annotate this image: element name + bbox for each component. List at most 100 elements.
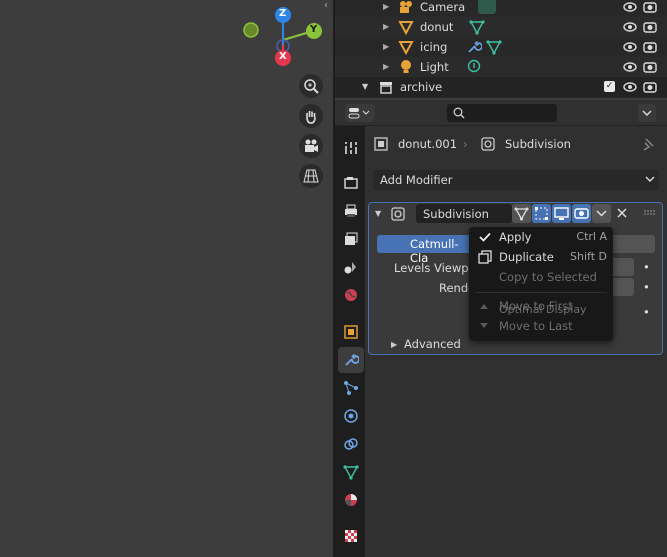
tab-world[interactable]	[338, 282, 364, 308]
mesh-data-icon	[343, 465, 359, 480]
eye-icon[interactable]	[623, 60, 637, 74]
eye-icon[interactable]	[623, 80, 637, 94]
pan-hand-icon[interactable]	[299, 104, 323, 128]
expand-arrow-icon[interactable]: ▶	[383, 62, 389, 71]
modifier-menu-button[interactable]	[592, 204, 611, 223]
search-input[interactable]	[447, 104, 557, 122]
mesh-data-icon[interactable]	[486, 39, 502, 55]
tab-particles[interactable]	[338, 375, 364, 401]
modifier-name-field[interactable]: Subdivision	[416, 204, 512, 223]
tab-object[interactable]	[338, 319, 364, 345]
render-toggle[interactable]	[572, 204, 591, 223]
edit-mode-cage-toggle[interactable]	[512, 204, 531, 223]
advanced-subpanel-label[interactable]: Advanced	[404, 337, 461, 351]
edit-mode-toggle[interactable]	[532, 204, 551, 223]
camera-data-icon[interactable]	[478, 0, 496, 14]
exclude-checkbox[interactable]: ✓	[604, 81, 615, 92]
tab-texture[interactable]	[338, 523, 364, 549]
add-modifier-label: Add Modifier	[380, 173, 453, 187]
render-camera-icon[interactable]	[643, 0, 657, 14]
keyframe-dot-icon[interactable]: •	[643, 260, 650, 274]
menu-item-shortcut: Shift D	[570, 250, 607, 263]
menu-item-label: Move to First	[499, 299, 573, 313]
outliner-row-light[interactable]: ▶ Light	[335, 57, 667, 77]
menu-item-copy-to-selected[interactable]: Copy to Selected	[469, 267, 613, 287]
light-data-icon[interactable]	[466, 59, 482, 75]
edit-mode-icon	[535, 207, 548, 220]
pin-icon[interactable]	[641, 137, 655, 151]
render-icon	[344, 177, 358, 189]
properties-header	[335, 100, 667, 126]
menu-item-duplicate[interactable]: Duplicate Shift D	[469, 247, 613, 267]
mesh-data-icon[interactable]	[469, 19, 485, 35]
menu-item-move-to-last[interactable]: Move to Last	[469, 316, 613, 336]
camera-view-icon[interactable]	[299, 134, 323, 158]
outliner: ▶ Camera ▶ donut ▶ icing ▶ Light ▼ archi…	[335, 0, 667, 98]
viewport-display-toggle[interactable]	[552, 204, 571, 223]
properties-panel: donut.001 › Subdivision Add Modifier ▼ S…	[365, 126, 667, 557]
zoom-icon[interactable]	[299, 74, 323, 98]
editor-type-button[interactable]	[345, 104, 375, 122]
breadcrumb-separator: ›	[463, 137, 468, 151]
wrench-modifier-icon[interactable]	[466, 39, 482, 55]
options-dropdown[interactable]	[638, 104, 656, 122]
add-modifier-dropdown[interactable]: Add Modifier	[373, 170, 659, 190]
outliner-row-icing[interactable]: ▶ icing	[335, 37, 667, 57]
catmull-clark-button[interactable]: Catmull-Cla	[377, 235, 469, 265]
3d-viewport[interactable]: Z Y X ‹	[0, 0, 333, 557]
eye-icon[interactable]	[623, 0, 637, 14]
outliner-row-donut[interactable]: ▶ donut	[335, 17, 667, 37]
menu-item-label: Move to Last	[499, 319, 573, 333]
tab-constraints[interactable]	[338, 431, 364, 457]
tab-view-layer[interactable]	[338, 226, 364, 252]
particles-icon	[344, 381, 358, 395]
perspective-grid-icon[interactable]	[299, 164, 323, 188]
tab-render[interactable]	[338, 170, 364, 196]
expand-arrow-icon[interactable]: ▶	[391, 340, 397, 349]
tab-data[interactable]	[338, 459, 364, 485]
z-axis-label: Z	[279, 8, 287, 19]
expand-arrow-icon[interactable]: ▶	[383, 42, 389, 51]
menu-item-shortcut: Ctrl A	[576, 230, 607, 243]
keyframe-dot-icon[interactable]: •	[643, 280, 650, 294]
material-icon	[345, 494, 357, 506]
tab-physics[interactable]	[338, 403, 364, 429]
eye-icon[interactable]	[623, 20, 637, 34]
tab-material[interactable]	[338, 487, 364, 513]
outliner-row-archive[interactable]: ▼ archive ✓	[335, 77, 667, 97]
drag-handle-icon[interactable]	[643, 209, 657, 217]
camera-icon	[574, 208, 589, 219]
modifier-context-menu: Optimal Display Apply Ctrl A Duplicate S…	[469, 227, 613, 341]
render-camera-icon[interactable]	[643, 80, 657, 94]
y-axis-label: Y	[310, 24, 318, 35]
chevron-down-icon	[645, 176, 655, 182]
keyframe-dot-icon[interactable]: •	[643, 305, 650, 319]
tab-modifiers[interactable]	[338, 347, 364, 373]
levels-viewport-field[interactable]	[612, 258, 634, 276]
render-camera-icon[interactable]	[643, 20, 657, 34]
expand-arrow-icon[interactable]: ▶	[383, 22, 389, 31]
search-icon	[453, 107, 465, 119]
outliner-row-camera[interactable]: ▶ Camera	[335, 0, 667, 17]
wrench-icon	[345, 353, 359, 366]
render-camera-icon[interactable]	[643, 40, 657, 54]
object-icon	[344, 325, 358, 339]
close-icon[interactable]	[616, 207, 628, 219]
vertex-triangle-icon	[514, 207, 529, 221]
collapse-arrow-icon[interactable]: ▼	[375, 209, 381, 218]
triangle-up-icon	[480, 304, 488, 309]
tab-output[interactable]	[338, 198, 364, 224]
tab-tool[interactable]	[338, 135, 364, 161]
eye-icon[interactable]	[623, 40, 637, 54]
menu-item-move-to-first[interactable]: Move to First	[469, 296, 613, 316]
render-camera-icon[interactable]	[643, 60, 657, 74]
expand-arrow-icon[interactable]: ▶	[383, 2, 389, 11]
monitor-icon	[554, 207, 569, 220]
outliner-label: Light	[420, 60, 449, 74]
subdivision-modifier-icon	[481, 137, 495, 151]
collapse-arrow-icon[interactable]: ▼	[362, 82, 368, 91]
tab-scene[interactable]	[338, 254, 364, 280]
render-levels-field[interactable]	[612, 278, 634, 296]
menu-item-apply[interactable]: Apply Ctrl A	[469, 227, 613, 247]
view-layer-icon	[345, 232, 358, 245]
